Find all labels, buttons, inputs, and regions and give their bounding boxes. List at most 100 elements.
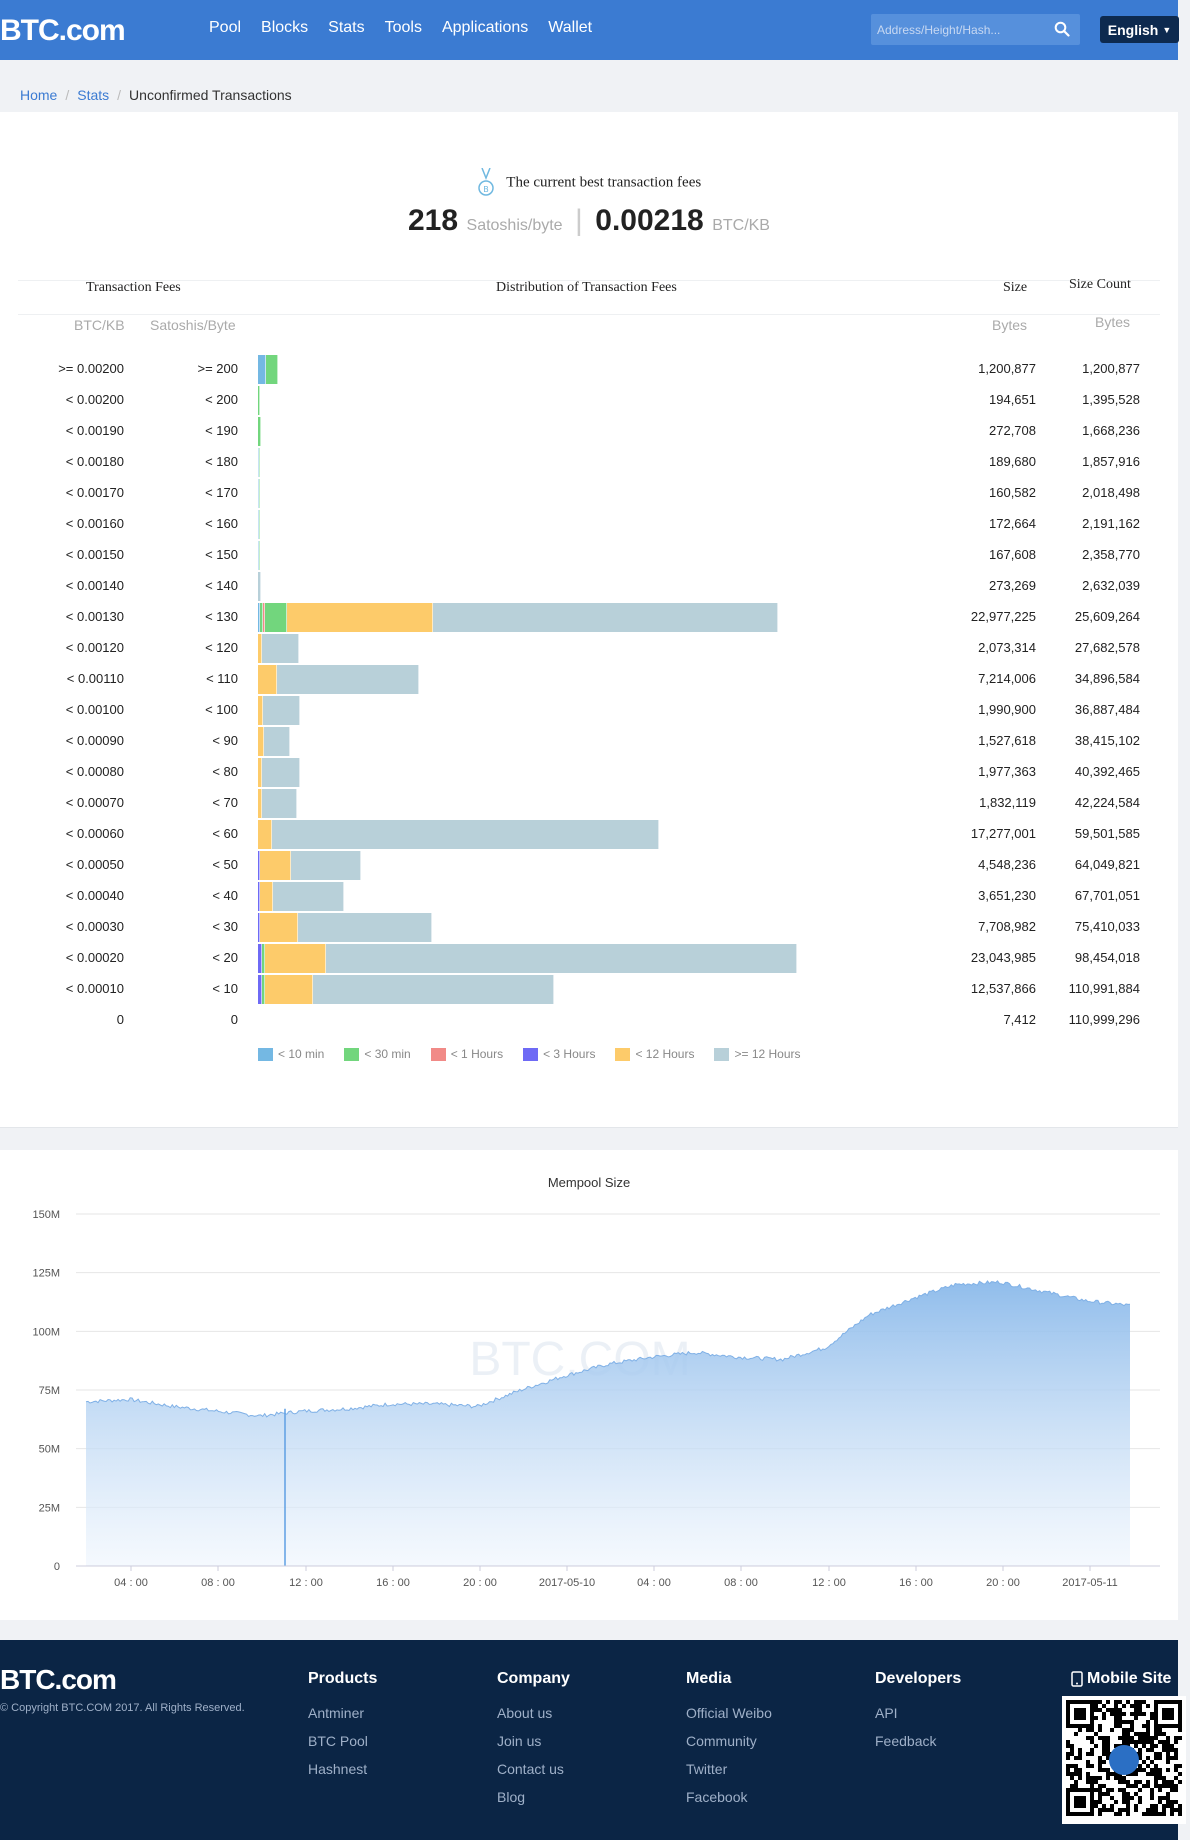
qr-module — [1134, 1732, 1138, 1736]
footer-link-api[interactable]: API — [875, 1705, 961, 1721]
fee-bar-segment[interactable] — [258, 417, 261, 446]
legend-item[interactable]: < 3 Hours — [523, 1047, 595, 1061]
fee-btc-label: < 0.00010 — [65, 981, 124, 996]
fee-bar-segment[interactable] — [258, 355, 266, 384]
subheader-btc-kb: BTC/KB — [74, 317, 125, 333]
qr-module — [1158, 1752, 1162, 1756]
footer-link-facebook[interactable]: Facebook — [686, 1789, 772, 1805]
fee-bar-segment[interactable] — [258, 572, 261, 601]
fee-bar-segment[interactable] — [263, 727, 290, 756]
nav-blocks[interactable]: Blocks — [261, 19, 308, 37]
fee-bar-segment[interactable] — [433, 603, 779, 632]
nav-pool[interactable]: Pool — [209, 19, 241, 37]
x-tick-label: 2017-05-10 — [539, 1577, 595, 1589]
qr-module — [1162, 1744, 1166, 1748]
qr-module — [1158, 1788, 1162, 1792]
mempool-area[interactable] — [86, 1280, 1130, 1566]
breadcrumb-home[interactable]: Home — [20, 87, 57, 103]
fee-distribution-card: B The current best transaction fees 218 … — [0, 112, 1178, 1128]
search-icon[interactable] — [1054, 21, 1070, 37]
fee-bar-segment[interactable] — [261, 789, 297, 818]
fee-bar-segment[interactable] — [264, 975, 314, 1004]
nav-applications[interactable]: Applications — [442, 19, 528, 37]
footer-col-developers: Developers API Feedback — [875, 1670, 961, 1761]
fee-bar-segment[interactable] — [297, 913, 433, 942]
fee-bar-segment[interactable] — [264, 603, 287, 632]
legend-item[interactable]: < 12 Hours — [615, 1047, 694, 1061]
fee-bar-segment[interactable] — [276, 665, 420, 694]
fee-sat-label: < 70 — [212, 795, 238, 810]
fee-bar-segment[interactable] — [313, 975, 554, 1004]
fee-bar-segment[interactable] — [271, 820, 660, 849]
nav-stats[interactable]: Stats — [328, 19, 364, 37]
fee-bar-segment[interactable] — [272, 882, 345, 911]
fee-bar-segment[interactable] — [264, 944, 327, 973]
legend-item[interactable]: < 1 Hours — [430, 1047, 503, 1061]
qr-module — [1170, 1780, 1174, 1784]
fee-bar-segment[interactable] — [259, 882, 273, 911]
footer-link-blog[interactable]: Blog — [497, 1789, 570, 1805]
fee-bar-segment[interactable] — [258, 820, 272, 849]
footer-logo[interactable]: BTC.com — [0, 1664, 117, 1696]
fee-bar-segment[interactable] — [261, 758, 300, 787]
mobile-site-link[interactable]: Mobile Site — [1071, 1670, 1171, 1688]
size-count-value: 2,632,039 — [1082, 578, 1140, 593]
fee-bar-segment[interactable] — [259, 448, 260, 477]
fee-bar-segment[interactable] — [259, 851, 291, 880]
language-dropdown[interactable]: English ▼ — [1100, 16, 1179, 43]
footer-link-weibo[interactable]: Official Weibo — [686, 1705, 772, 1721]
fee-btc-label: 0 — [116, 1012, 124, 1027]
size-count-value: 1,395,528 — [1082, 392, 1140, 407]
qr-module — [1174, 1740, 1178, 1744]
qr-module — [1174, 1800, 1178, 1804]
x-tick-label: 08 : 00 — [201, 1577, 235, 1589]
fee-bar-segment[interactable] — [262, 696, 300, 725]
fee-bar-segment[interactable] — [259, 913, 298, 942]
fee-bar-segment[interactable] — [326, 944, 797, 973]
legend-swatch — [523, 1047, 539, 1061]
footer-link-join[interactable]: Join us — [497, 1733, 570, 1749]
footer-link-antminer[interactable]: Antminer — [308, 1705, 377, 1721]
qr-module — [1158, 1756, 1162, 1760]
footer-link-twitter[interactable]: Twitter — [686, 1761, 772, 1777]
footer-link-contact[interactable]: Contact us — [497, 1761, 570, 1777]
fee-bar-segment[interactable] — [286, 603, 434, 632]
size-count-value: 2,358,770 — [1082, 547, 1140, 562]
mempool-chart[interactable]: 150M125M100M75M50M25M0BTC.COM04 : 00 08 :… — [0, 1150, 1178, 1620]
qr-module — [1130, 1704, 1134, 1708]
search-input[interactable] — [871, 14, 1041, 45]
fee-bar-segment[interactable] — [259, 541, 260, 570]
qr-module — [1130, 1796, 1134, 1800]
footer-link-about[interactable]: About us — [497, 1705, 570, 1721]
x-tick-label: 04 : 00 — [114, 1577, 148, 1589]
size-count-value: 1,668,236 — [1082, 423, 1140, 438]
fee-bar-segment[interactable] — [259, 510, 260, 539]
legend-item[interactable]: < 10 min — [258, 1047, 324, 1061]
qr-module — [1154, 1732, 1158, 1736]
footer-col-media: Media Official Weibo Community Twitter F… — [686, 1670, 772, 1817]
fee-bar-segment[interactable] — [258, 386, 260, 415]
x-tick-label: 16 : 00 — [376, 1577, 410, 1589]
fee-bar-segment[interactable] — [258, 665, 277, 694]
qr-module — [1166, 1740, 1170, 1744]
mempool-card: Mempool Size 150M 125M 100M 75M 50M 25M 0 BTC.C… — [0, 1150, 1178, 1620]
footer-link-feedback[interactable]: Feedback — [875, 1733, 961, 1749]
fee-bar-segment[interactable] — [259, 479, 260, 508]
qr-module — [1094, 1800, 1098, 1804]
legend-item[interactable]: >= 12 Hours — [714, 1047, 801, 1061]
legend-item[interactable]: < 30 min — [344, 1047, 411, 1061]
fee-bar-segment[interactable] — [290, 851, 361, 880]
qr-module — [1110, 1788, 1114, 1792]
site-logo[interactable]: BTC.com — [0, 14, 126, 48]
qr-module — [1118, 1776, 1122, 1780]
breadcrumb-stats[interactable]: Stats — [77, 87, 109, 103]
nav-wallet[interactable]: Wallet — [548, 19, 592, 37]
size-count-value: 1,200,877 — [1082, 361, 1140, 376]
footer-link-hashnest[interactable]: Hashnest — [308, 1761, 377, 1777]
nav-tools[interactable]: Tools — [385, 19, 422, 37]
qr-module — [1150, 1808, 1154, 1812]
fee-bar-segment[interactable] — [261, 634, 299, 663]
footer-link-btc-pool[interactable]: BTC Pool — [308, 1733, 377, 1749]
fee-bar-segment[interactable] — [265, 355, 278, 384]
footer-link-community[interactable]: Community — [686, 1733, 772, 1749]
